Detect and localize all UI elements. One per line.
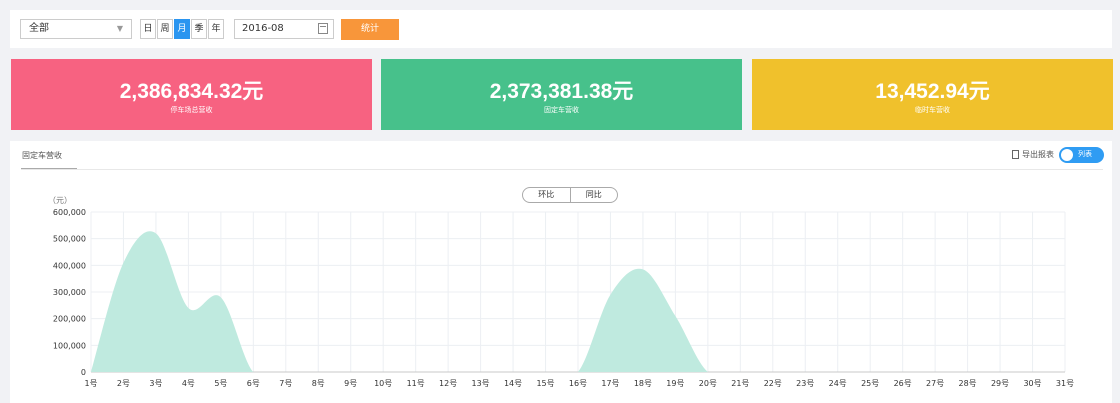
x-tick-label: 22号 bbox=[764, 379, 782, 388]
y-tick-label: 200,000 bbox=[53, 315, 86, 324]
x-tick-label: 5号 bbox=[214, 379, 227, 388]
y-tick-label: 600,000 bbox=[53, 208, 86, 217]
y-tick-label: 0 bbox=[81, 368, 86, 377]
stat-button[interactable]: 统计 bbox=[341, 19, 399, 40]
card-temp-label: 临时车营收 bbox=[915, 106, 950, 114]
x-tick-label: 7号 bbox=[279, 379, 292, 388]
period-week[interactable]: 周 bbox=[157, 19, 173, 39]
date-input-value: 2016-08 bbox=[242, 23, 284, 34]
x-tick-label: 25号 bbox=[861, 379, 879, 388]
x-tick-label: 18号 bbox=[634, 379, 652, 388]
card-total-label: 停车场总营收 bbox=[170, 106, 213, 114]
card-temp-amount: 13,452.94元 bbox=[875, 80, 990, 103]
x-tick-label: 13号 bbox=[472, 379, 490, 388]
date-input[interactable]: 2016-08 bbox=[234, 19, 334, 39]
x-tick-label: 12号 bbox=[439, 379, 457, 388]
x-tick-label: 19号 bbox=[666, 379, 684, 388]
x-tick-label: 28号 bbox=[959, 379, 977, 388]
x-tick-label: 16号 bbox=[569, 379, 587, 388]
x-tick-label: 21号 bbox=[731, 379, 749, 388]
x-tick-label: 14号 bbox=[504, 379, 522, 388]
chart-panel: 固定车营收 导出报表 列表 环比 同比 600,000 500,000 400,00… bbox=[10, 141, 1112, 403]
y-axis-label: （元） bbox=[48, 196, 72, 205]
x-tick-label: 6号 bbox=[247, 379, 260, 388]
calendar-icon[interactable] bbox=[318, 23, 328, 34]
x-tick-label: 29号 bbox=[991, 379, 1009, 388]
card-fixed-label: 固定车营收 bbox=[544, 106, 579, 114]
x-tick-label: 23号 bbox=[796, 379, 814, 388]
card-total-amount: 2,386,834.32元 bbox=[119, 80, 264, 103]
x-tick-label: 26号 bbox=[894, 379, 912, 388]
period-year[interactable]: 年 bbox=[208, 19, 224, 39]
x-tick-label: 24号 bbox=[829, 379, 847, 388]
y-tick-label: 100,000 bbox=[53, 341, 86, 350]
card-fixed-amount: 2,373,381.38元 bbox=[489, 80, 634, 103]
card-temp-revenue: 13,452.94元 临时车营收 bbox=[752, 59, 1113, 130]
x-tick-label: 3号 bbox=[149, 379, 162, 388]
x-tick-label: 9号 bbox=[344, 379, 357, 388]
period-month[interactable]: 月 bbox=[174, 19, 190, 39]
x-tick-label: 15号 bbox=[536, 379, 554, 388]
card-fixed-revenue: 2,373,381.38元 固定车营收 bbox=[381, 59, 742, 130]
period-day[interactable]: 日 bbox=[140, 19, 156, 39]
scope-select-value: 全部 bbox=[29, 23, 49, 34]
x-tick-label: 31号 bbox=[1056, 379, 1074, 388]
period-group: 日 周 月 季 年 bbox=[140, 19, 224, 39]
x-tick-label: 1号 bbox=[84, 379, 97, 388]
x-tick-label: 11号 bbox=[407, 379, 425, 388]
x-tick-label: 17号 bbox=[601, 379, 619, 388]
revenue-area-chart: 600,000 500,000 400,000 300,000 200,000 100,0… bbox=[48, 196, 1074, 388]
x-tick-label: 2号 bbox=[117, 379, 130, 388]
period-quarter[interactable]: 季 bbox=[191, 19, 207, 39]
y-tick-label: 500,000 bbox=[53, 235, 86, 244]
x-tick-label: 30号 bbox=[1023, 379, 1041, 388]
x-tick-label: 27号 bbox=[926, 379, 944, 388]
x-tick-label: 10号 bbox=[374, 379, 392, 388]
x-tick-label: 20号 bbox=[699, 379, 717, 388]
card-total-revenue: 2,386,834.32元 停车场总营收 bbox=[11, 59, 372, 130]
x-tick-label: 4号 bbox=[182, 379, 195, 388]
chevron-down-icon: ▼ bbox=[116, 24, 123, 33]
y-tick-label: 400,000 bbox=[53, 261, 86, 270]
y-tick-label: 300,000 bbox=[53, 288, 86, 297]
x-tick-label: 8号 bbox=[312, 379, 325, 388]
scope-select[interactable]: 全部 ▼ bbox=[20, 19, 132, 39]
filter-bar: 全部 ▼ 日 周 月 季 年 2016-08 统计 bbox=[10, 10, 1112, 48]
